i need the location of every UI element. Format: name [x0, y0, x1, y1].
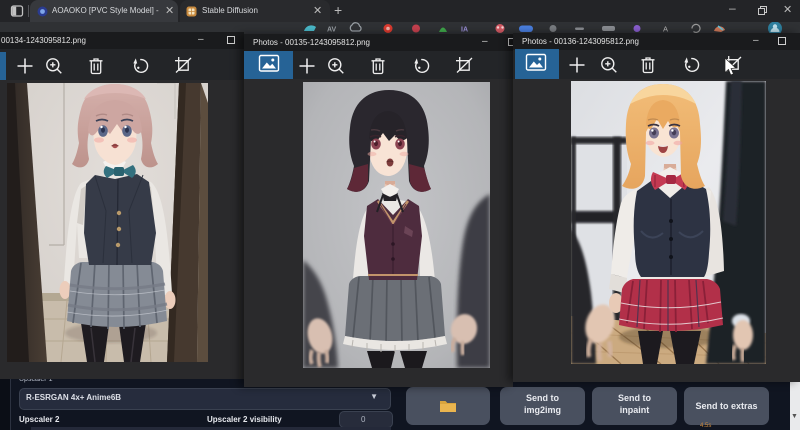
svg-text:IA: IA [461, 27, 468, 34]
svg-text:AV: AV [327, 27, 337, 34]
